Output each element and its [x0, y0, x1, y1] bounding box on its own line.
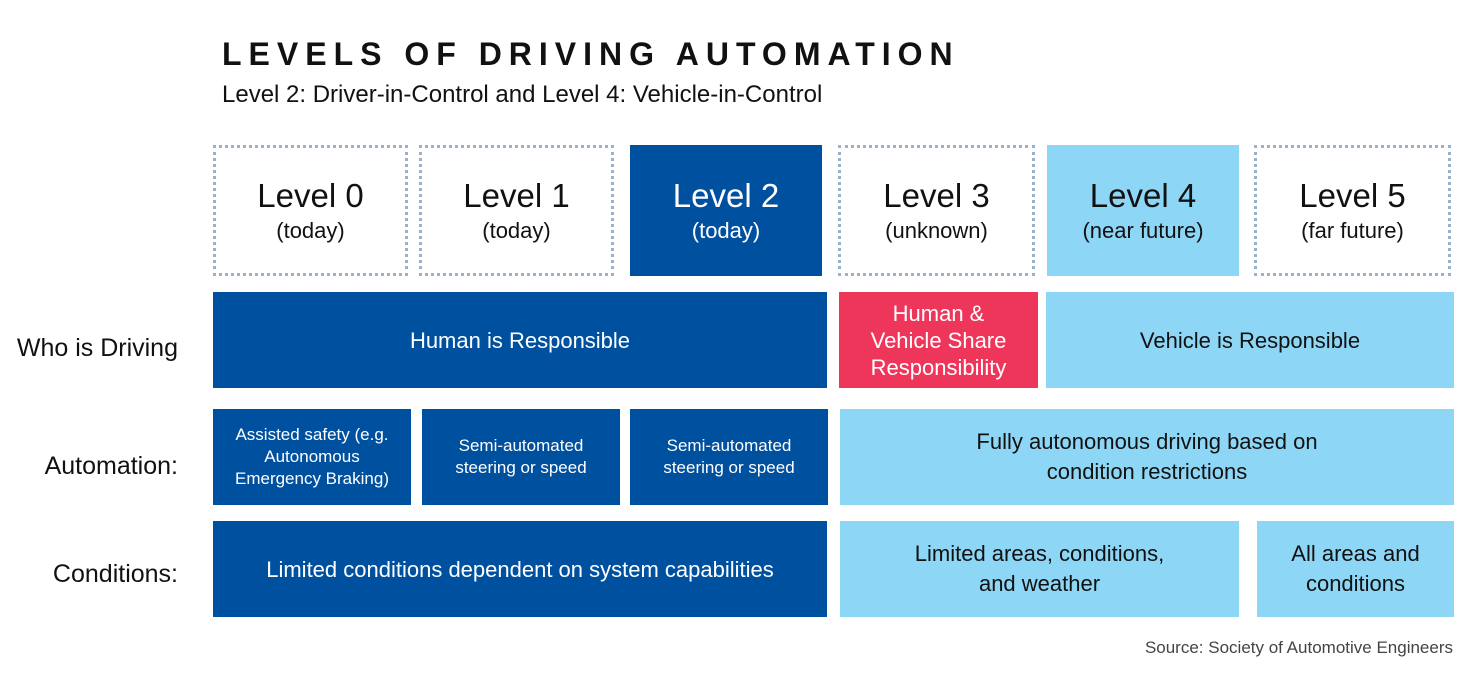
cell-text: Human is Responsible — [409, 327, 631, 353]
automation-level-1-cell: Semi-automated steering or speed — [422, 409, 620, 505]
level-timeframe: (today) — [691, 217, 761, 243]
row-label-who-is-driving: Who is Driving — [16, 334, 178, 362]
level-3-box: Level 3 (unknown) — [838, 145, 1035, 276]
who-driving-human-cell: Human is Responsible — [213, 292, 827, 388]
row-label-automation: Automation: — [44, 452, 178, 480]
automation-level-3-5-cell: Fully autonomous driving based on condit… — [840, 409, 1454, 505]
automation-level-0-cell: Assisted safety (e.g. Autonomous Emergen… — [213, 409, 411, 505]
conditions-level-0-2-cell: Limited conditions dependent on system c… — [213, 521, 827, 617]
cell-text: Human & Vehicle Share Responsibility — [870, 300, 1007, 380]
who-driving-vehicle-cell: Vehicle is Responsible — [1046, 292, 1454, 388]
cell-text: Assisted safety (e.g. Autonomous Emergen… — [234, 425, 389, 488]
level-name: Level 1 — [463, 176, 570, 214]
level-timeframe: (near future) — [1082, 217, 1204, 243]
level-name: Level 4 — [1089, 176, 1197, 214]
level-name: Level 3 — [883, 176, 990, 214]
level-1-box: Level 1 (today) — [419, 145, 614, 276]
cell-text: Limited conditions dependent on system c… — [266, 556, 774, 582]
cell-text: Vehicle is Responsible — [1139, 327, 1361, 353]
conditions-level-5-cell: All areas and conditions — [1257, 521, 1454, 617]
level-0-box: Level 0 (today) — [213, 145, 408, 276]
who-driving-shared-cell: Human & Vehicle Share Responsibility — [839, 292, 1038, 388]
cell-text: Fully autonomous driving based on condit… — [976, 429, 1318, 484]
cell-text: Semi-automated steering or speed — [455, 436, 587, 477]
row-label-conditions: Conditions: — [52, 560, 178, 588]
level-timeframe: (far future) — [1301, 217, 1404, 243]
level-timeframe: (unknown) — [885, 217, 988, 243]
level-timeframe: (today) — [482, 217, 551, 243]
source-note: Source: Society of Automotive Engineers — [1144, 638, 1453, 657]
cell-text: Limited areas, conditions, and weather — [914, 541, 1165, 596]
cell-text: Semi-automated steering or speed — [663, 436, 795, 477]
conditions-level-3-4-cell: Limited areas, conditions, and weather — [840, 521, 1239, 617]
level-name: Level 5 — [1299, 176, 1406, 214]
level-name: Level 0 — [257, 176, 364, 214]
level-2-box: Level 2 (today) — [630, 145, 822, 276]
diagram-subtitle: Level 2: Driver-in-Control and Level 4: … — [222, 81, 823, 108]
automation-level-2-cell: Semi-automated steering or speed — [630, 409, 828, 505]
level-name: Level 2 — [672, 176, 780, 214]
level-5-box: Level 5 (far future) — [1254, 145, 1451, 276]
level-4-box: Level 4 (near future) — [1047, 145, 1239, 276]
level-timeframe: (today) — [276, 217, 345, 243]
diagram-title: LEVELS OF DRIVING AUTOMATION — [222, 36, 960, 72]
cell-text: All areas and conditions — [1291, 541, 1420, 596]
